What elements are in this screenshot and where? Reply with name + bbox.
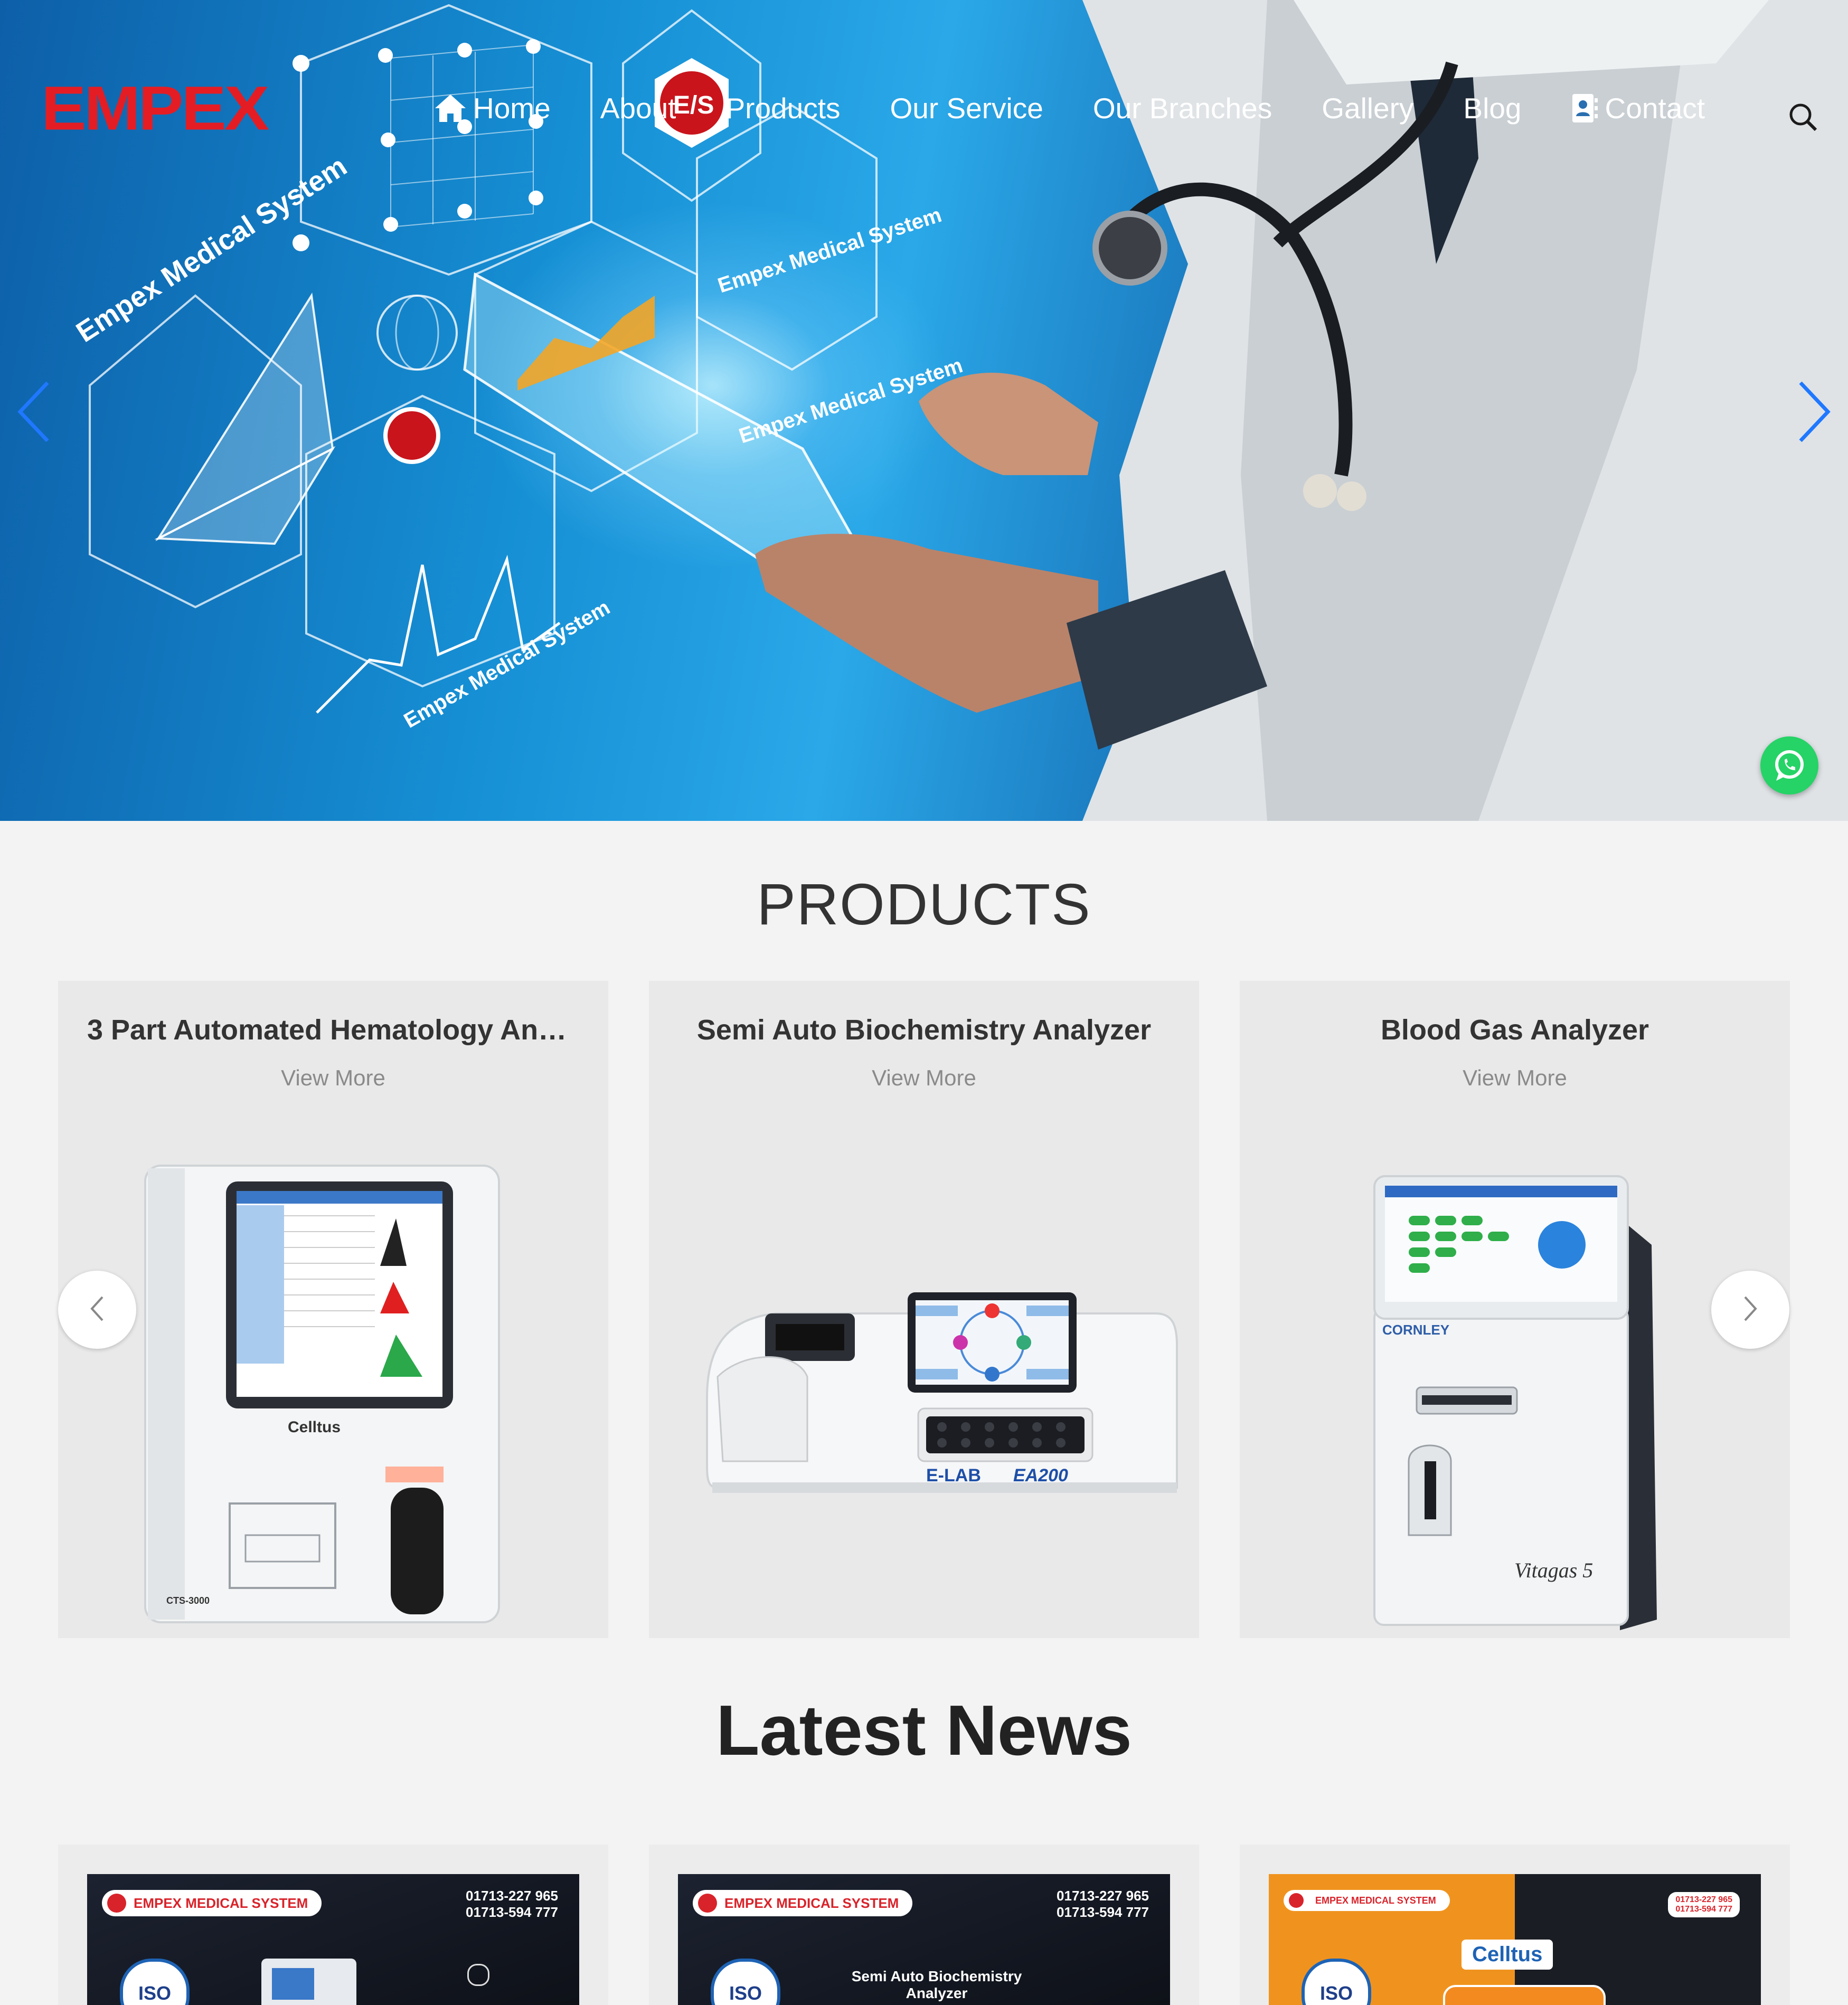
contact-card-icon — [1571, 93, 1599, 124]
products-prev-button[interactable] — [58, 1271, 136, 1349]
view-more-link[interactable]: View More — [58, 1065, 608, 1091]
product-card[interactable]: 3 Part Automated Hematology An… View Mor… — [58, 981, 608, 1638]
hero-next-icon[interactable] — [1795, 380, 1832, 446]
device-model: EA200 — [1013, 1465, 1068, 1486]
news-phone-numbers: 01713-227 965 01713-594 777 — [466, 1888, 558, 1920]
news-phone-numbers: 01713-227 965 01713-594 777 — [1668, 1892, 1740, 1917]
hero-prev-icon[interactable] — [16, 380, 53, 446]
hero-banner: Empex Medical System Empex Medical Syste… — [0, 0, 1848, 821]
news-phone-numbers: 01713-227 965 01713-594 777 — [1057, 1888, 1149, 1920]
device-model: CTS-3000 — [166, 1595, 210, 1606]
news-thumbnail[interactable]: EMPEX MEDICAL SYSTEM 01713-227 965 01713-… — [1269, 1874, 1761, 2005]
device-label: CORNLEY — [1382, 1322, 1449, 1338]
device-label: E-LAB — [926, 1465, 981, 1486]
news-card[interactable]: EMPEX MEDICAL SYSTEM 01713-227 965 01713-… — [649, 1845, 1199, 2005]
nav-label: About — [600, 92, 676, 125]
iso-badge: ISO — [120, 1959, 190, 2005]
news-title: Latest News — [716, 1690, 1132, 1770]
news-thumbnail[interactable]: EMPEX MEDICAL SYSTEM 01713-227 965 01713-… — [678, 1874, 1170, 2005]
main-nav: Home About Products Our Service Our Bran… — [434, 90, 1755, 127]
product-image: Celltus CTS-3000 — [144, 1165, 500, 1623]
nav-blog[interactable]: Blog — [1463, 91, 1521, 125]
nav-label: Blog — [1463, 92, 1522, 125]
view-more-link[interactable]: View More — [1240, 1065, 1790, 1091]
news-brand-badge: EMPEX MEDICAL SYSTEM — [102, 1890, 322, 1916]
chevron-left-icon — [87, 1294, 108, 1326]
products-next-button[interactable] — [1711, 1271, 1789, 1349]
decor-ring-icon — [467, 1964, 489, 1986]
home-icon — [434, 93, 467, 123]
device-thumb — [261, 1959, 356, 2005]
news-brand-badge: EMPEX MEDICAL SYSTEM — [693, 1890, 913, 1916]
nav-our-service[interactable]: Our Service — [890, 91, 1043, 125]
nav-contact[interactable]: Contact — [1571, 91, 1705, 125]
empex-logo[interactable]: EMPEX — [41, 73, 269, 144]
nav-products[interactable]: Products — [725, 91, 840, 125]
product-title[interactable]: 3 Part Automated Hematology An… — [87, 1014, 579, 1046]
device-model: Vitagas 5 — [1514, 1558, 1593, 1582]
nav-home[interactable]: Home — [434, 91, 551, 125]
whatsapp-icon[interactable] — [1760, 736, 1818, 795]
product-image: E-LAB EA200 — [706, 1292, 1178, 1493]
nav-label: Gallery — [1322, 92, 1414, 125]
chevron-right-icon — [1740, 1294, 1761, 1326]
product-title[interactable]: Blood Gas Analyzer — [1269, 1014, 1761, 1046]
news-brand-badge: EMPEX MEDICAL SYSTEM — [1284, 1890, 1450, 1911]
iso-badge: ISO — [711, 1959, 780, 2005]
news-card[interactable]: EMPEX MEDICAL SYSTEM 01713-227 965 01713-… — [58, 1845, 608, 2005]
nav-label: Contact — [1605, 92, 1705, 125]
news-thumbnail[interactable]: EMPEX MEDICAL SYSTEM 01713-227 965 01713-… — [87, 1874, 579, 2005]
nav-gallery[interactable]: Gallery — [1322, 91, 1413, 125]
product-card[interactable]: Blood Gas Analyzer View More CORNLEY Vit… — [1240, 981, 1790, 1638]
nav-label: Our Branches — [1092, 92, 1272, 125]
nav-our-branches[interactable]: Our Branches — [1093, 91, 1272, 125]
product-card[interactable]: Semi Auto Biochemistry Analyzer View Mor… — [649, 981, 1199, 1638]
nav-label: Home — [473, 92, 551, 125]
iso-badge: ISO — [1302, 1959, 1371, 2005]
hero-overlay-text: Empex Medical System — [715, 203, 944, 298]
news-card[interactable]: EMPEX MEDICAL SYSTEM 01713-227 965 01713-… — [1240, 1845, 1790, 2005]
nav-label: Our Service — [890, 92, 1043, 125]
products-title: PRODUCTS — [757, 872, 1091, 937]
view-more-link[interactable]: View More — [649, 1065, 1199, 1091]
search-icon[interactable] — [1787, 101, 1819, 136]
celltus-tag: Celltus — [1462, 1940, 1553, 1970]
news-caption: Semi Auto Biochemistry Analyzer — [851, 1968, 1022, 2001]
product-image: CORNLEY Vitagas 5 — [1373, 1175, 1657, 1630]
nav-about[interactable]: About — [600, 91, 676, 125]
device-thumb — [1443, 1985, 1606, 2005]
nav-label: Products — [725, 92, 841, 125]
device-label: Celltus — [288, 1418, 341, 1436]
product-title[interactable]: Semi Auto Biochemistry Analyzer — [678, 1014, 1170, 1046]
